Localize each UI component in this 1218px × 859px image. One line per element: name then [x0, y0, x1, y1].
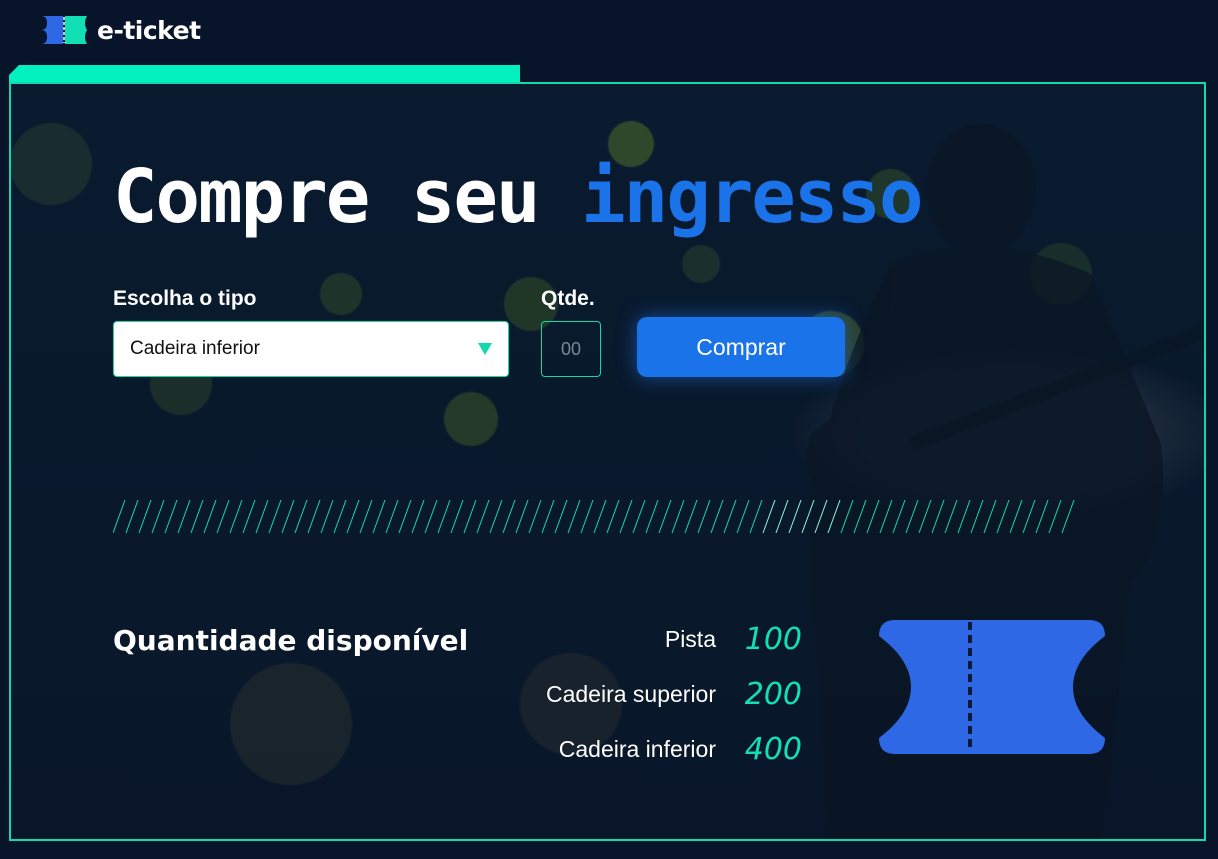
availability-value: 100: [744, 622, 802, 657]
hatch-line: [216, 500, 230, 533]
availability-row: Pista 100: [665, 622, 802, 657]
hatch-line: [1061, 500, 1075, 533]
hatch-line: [320, 500, 334, 533]
hatch-line: [827, 500, 841, 533]
brand-name: e-ticket: [97, 15, 201, 45]
page-title-plain: Compre seu: [113, 154, 541, 240]
hatch-line: [1048, 500, 1062, 533]
ticket-logo-icon: [41, 16, 87, 44]
hatch-line: [554, 500, 568, 533]
hatch-line: [476, 500, 490, 533]
hatch-line: [502, 500, 516, 533]
hatch-line: [203, 500, 217, 533]
ticket-type-label: Escolha o tipo: [113, 287, 257, 310]
hatch-line: [567, 500, 581, 533]
hatch-line: [645, 500, 659, 533]
hatch-line: [866, 500, 880, 533]
hatch-line: [606, 500, 620, 533]
page-title: Compre seu ingresso: [113, 160, 924, 234]
hatch-line: [749, 500, 763, 533]
hatch-line: [229, 500, 243, 533]
hatch-line: [450, 500, 464, 533]
availability-name: Cadeira inferior: [558, 736, 716, 762]
hatch-line: [580, 500, 594, 533]
hatch-line: [1035, 500, 1049, 533]
hatch-line: [255, 500, 269, 533]
quantity-input[interactable]: [541, 321, 601, 377]
hatch-line: [801, 500, 815, 533]
hatch-line: [762, 500, 776, 533]
hatch-line: [1009, 500, 1023, 533]
hatch-line: [177, 500, 191, 533]
hatch-line: [996, 500, 1010, 533]
hatch-line: [307, 500, 321, 533]
availability-row: Cadeira inferior 400: [559, 732, 802, 767]
hatch-line: [970, 500, 984, 533]
hatch-line: [736, 500, 750, 533]
hatch-line: [113, 500, 126, 533]
triangle-down-icon: [478, 343, 492, 355]
hatch-line: [788, 500, 802, 533]
hatch-line: [242, 500, 256, 533]
availability-title: Quantidade disponível: [113, 624, 469, 657]
hatch-line: [671, 500, 685, 533]
hatch-line: [489, 500, 503, 533]
hatch-line: [281, 500, 295, 533]
hatch-line: [125, 500, 139, 533]
availability-value: 400: [744, 732, 802, 767]
hatch-line: [528, 500, 542, 533]
hatch-line: [1022, 500, 1036, 533]
ticket-type-select[interactable]: Cadeira inferior: [113, 321, 509, 377]
hatch-line: [944, 500, 958, 533]
hatch-line: [294, 500, 308, 533]
ticket-type-selected-value: Cadeira inferior: [130, 338, 260, 359]
hatch-line: [775, 500, 789, 533]
hatch-line: [983, 500, 997, 533]
availability-name: Cadeira superior: [545, 681, 716, 707]
hatch-line: [541, 500, 555, 533]
hatch-line: [190, 500, 204, 533]
hatch-line: [515, 500, 529, 533]
hatch-line: [840, 500, 854, 533]
hatch-line: [723, 500, 737, 533]
quantity-label: Qtde.: [541, 287, 595, 310]
hatch-line: [437, 500, 451, 533]
hatch-line: [892, 500, 906, 533]
availability-value: 200: [744, 677, 802, 712]
page-title-accent: ingresso: [581, 154, 923, 240]
hatch-line: [385, 500, 399, 533]
hatch-line: [151, 500, 165, 533]
buy-button[interactable]: Comprar: [637, 317, 845, 377]
hatch-line: [398, 500, 412, 533]
hatch-line: [333, 500, 347, 533]
hatch-line: [593, 500, 607, 533]
hatch-line: [658, 500, 672, 533]
hatch-line: [424, 500, 438, 533]
hatch-line: [463, 500, 477, 533]
hatch-line: [619, 500, 633, 533]
hatch-line: [684, 500, 698, 533]
hatch-line: [853, 500, 867, 533]
hatch-line: [138, 500, 152, 533]
hatch-line: [164, 500, 178, 533]
hatch-line: [632, 500, 646, 533]
hatch-divider: [113, 500, 1075, 533]
hatch-line: [879, 500, 893, 533]
hatch-line: [268, 500, 282, 533]
hatch-line: [697, 500, 711, 533]
hatch-line: [411, 500, 425, 533]
hatch-line: [918, 500, 932, 533]
hatch-line: [710, 500, 724, 533]
hatch-line: [957, 500, 971, 533]
hatch-line: [905, 500, 919, 533]
brand-logo[interactable]: e-ticket: [41, 14, 201, 46]
ticket-illustration-icon: [879, 620, 1105, 754]
hatch-line: [372, 500, 386, 533]
hatch-line: [359, 500, 373, 533]
availability-name: Pista: [664, 626, 716, 652]
hatch-line: [814, 500, 828, 533]
hatch-line: [931, 500, 945, 533]
hatch-line: [346, 500, 360, 533]
availability-row: Cadeira superior 200: [546, 677, 802, 712]
